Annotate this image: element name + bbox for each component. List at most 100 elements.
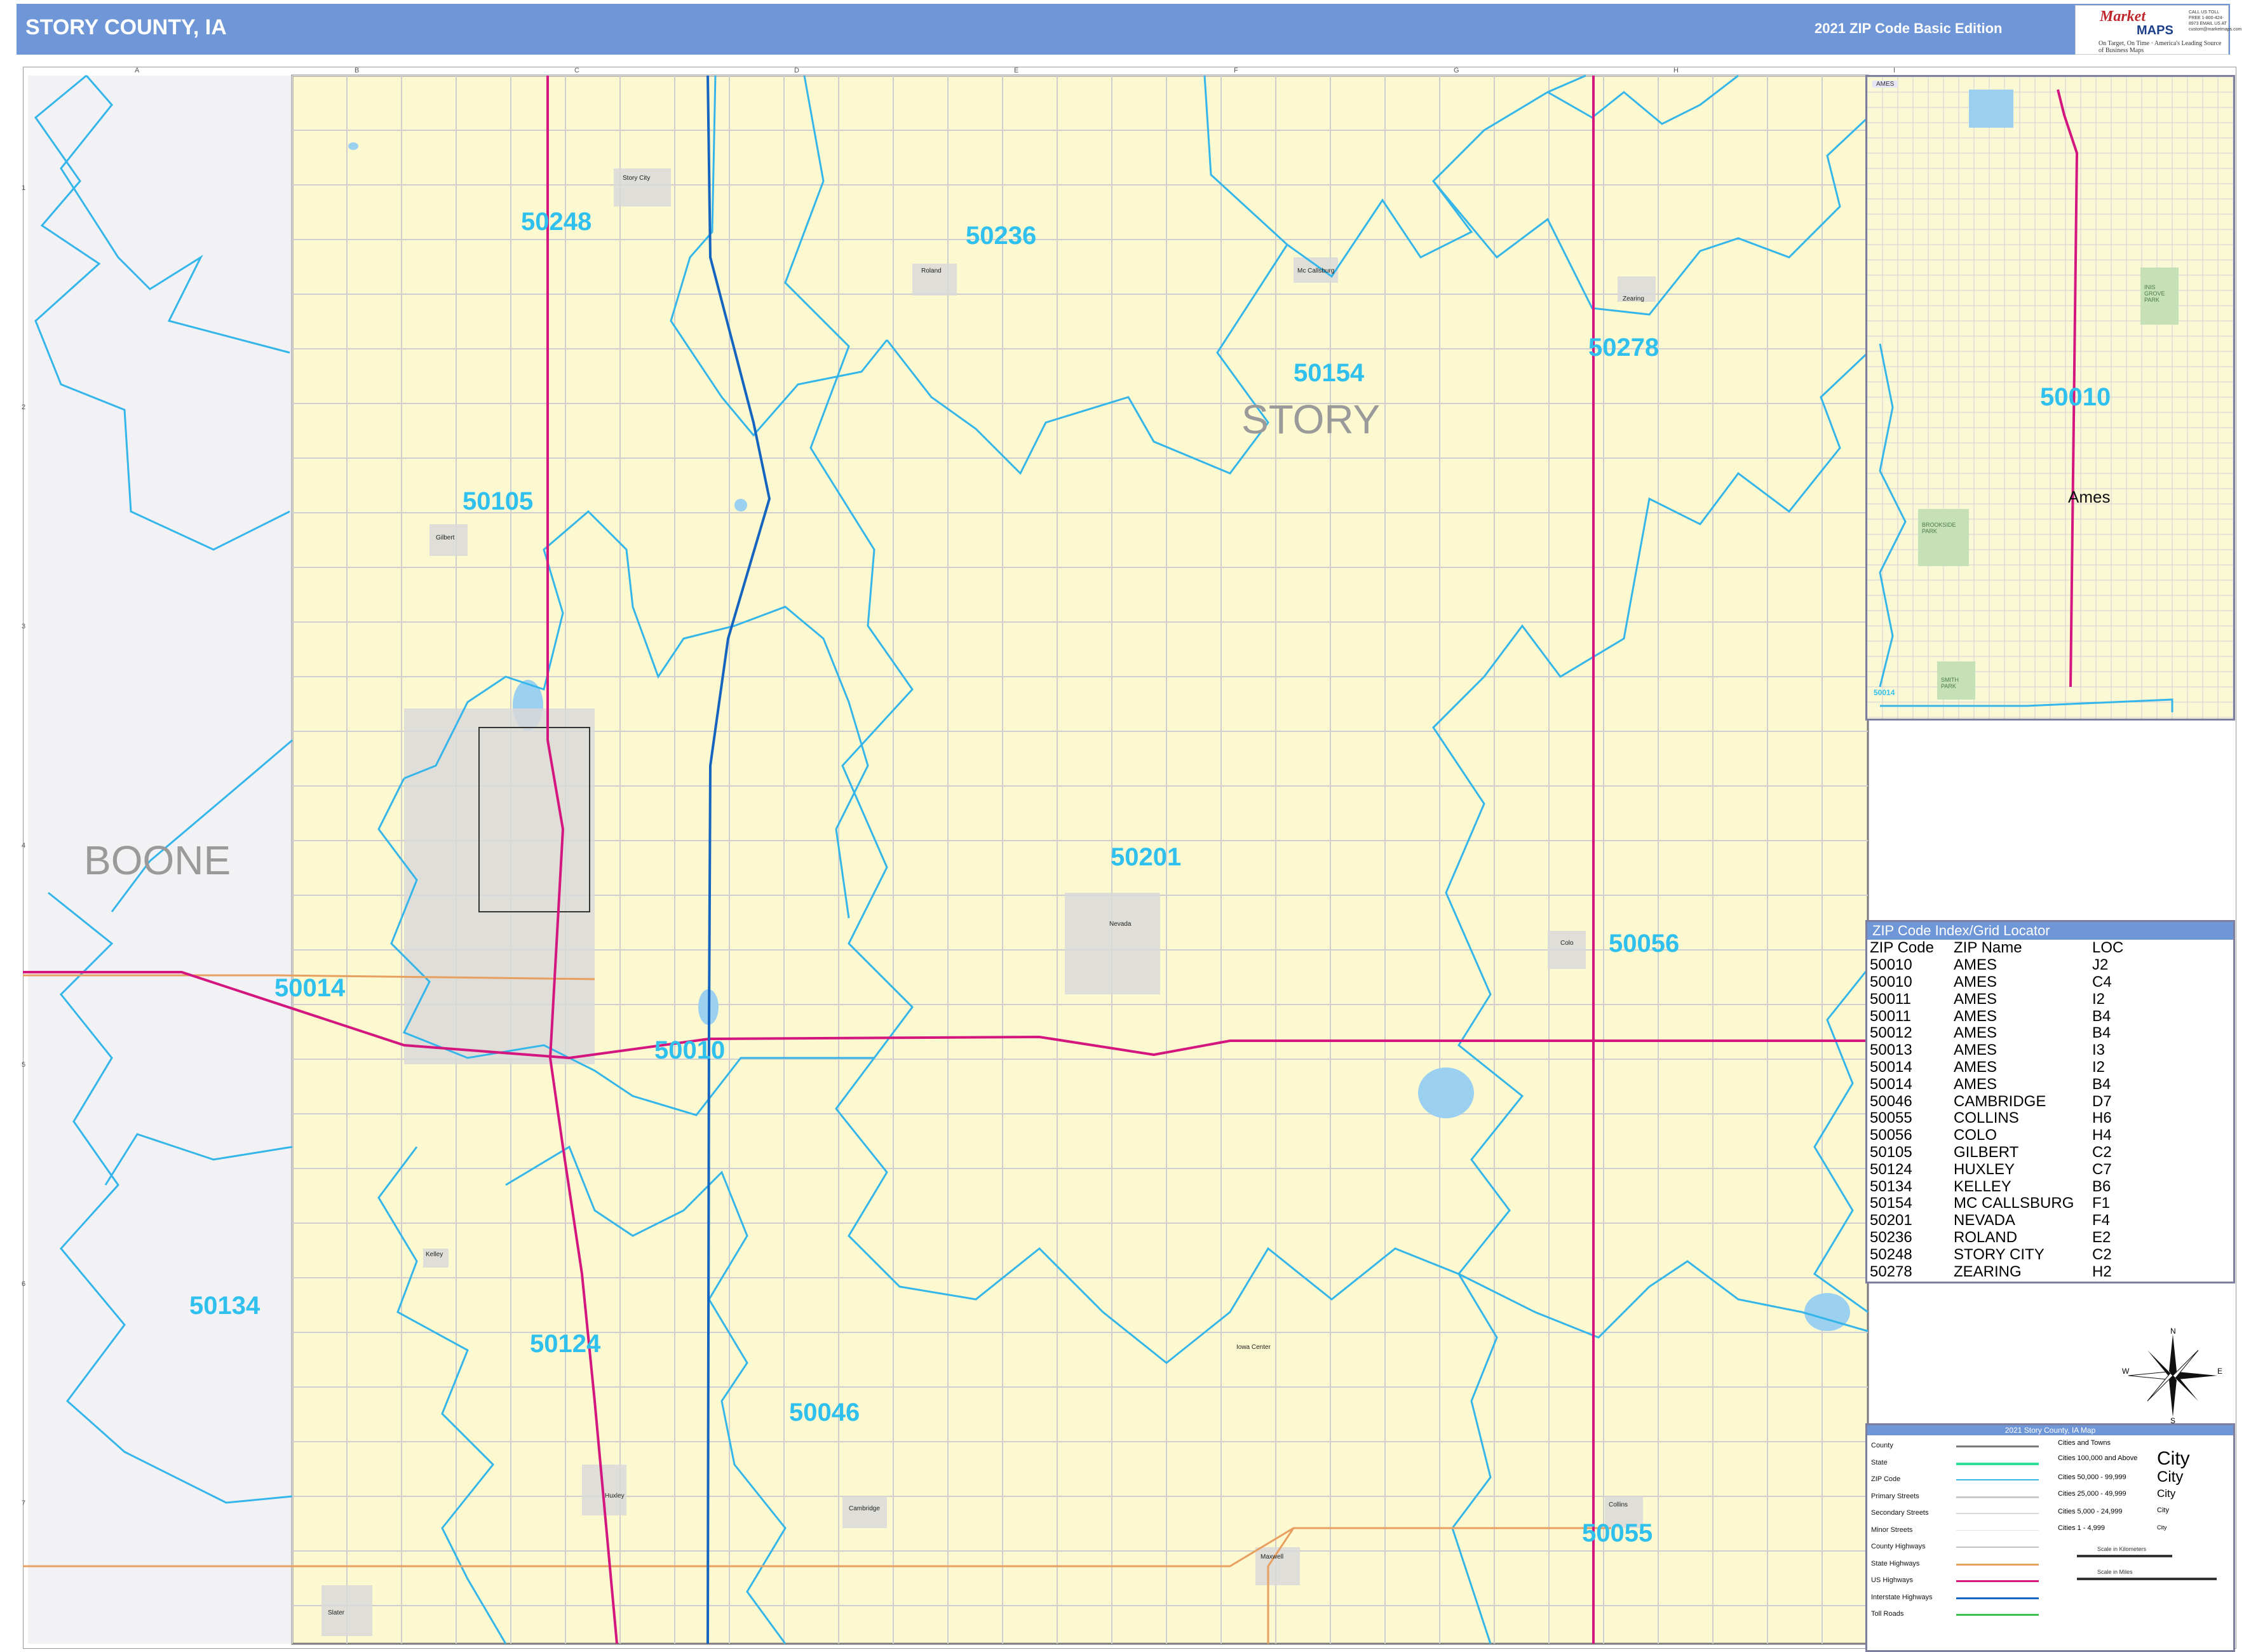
- zip-label[interactable]: 50154: [1294, 359, 1364, 388]
- zip-index-row[interactable]: 50236 ROLAND E2: [1870, 1229, 2156, 1247]
- grid-loc-cell: B6: [2092, 1177, 2111, 1195]
- zip-code-cell: 50055: [1870, 1109, 1912, 1127]
- zip-code-cell: 50012: [1870, 1024, 1912, 1042]
- grid-col-label: C: [574, 67, 579, 74]
- town-label: Cambridge: [849, 1505, 880, 1512]
- legend-swatch: [1956, 1496, 2039, 1498]
- zip-label[interactable]: 50134: [189, 1292, 260, 1320]
- zip-label[interactable]: 50201: [1111, 843, 1181, 872]
- zip-code-cell: 50124: [1870, 1160, 1912, 1178]
- zip-label[interactable]: 50124: [530, 1330, 600, 1358]
- legend-item-label: Minor Streets: [1871, 1526, 1913, 1534]
- zip-label[interactable]: 50014: [274, 974, 345, 1003]
- zip-index-row[interactable]: 50105 GILBERT C2: [1870, 1144, 2156, 1161]
- legend-item-label: Interstate Highways: [1871, 1593, 1933, 1601]
- zip-index-row[interactable]: 50248 STORY CITY C2: [1870, 1246, 2156, 1263]
- legend-swatch: [1956, 1597, 2039, 1599]
- zip-index-table: ZIP Code ZIP Name LOC 50010 AMES J2 50010 AM…: [1870, 940, 2156, 1280]
- legend-city-sample: City: [2157, 1506, 2169, 1514]
- market-maps-logo[interactable]: Market MAPS On Target, On Time · America…: [2075, 5, 2241, 55]
- legend-item-label: State: [1871, 1458, 1888, 1466]
- town-label: Story City: [623, 175, 651, 182]
- grid-col-label: F: [1234, 67, 1238, 74]
- zip-label[interactable]: 50236: [966, 222, 1036, 250]
- zip-label[interactable]: 50105: [463, 487, 533, 516]
- col-header-loc: LOC: [2092, 939, 2124, 957]
- town-label: Collins: [1609, 1501, 1628, 1508]
- logo-brand-bottom: MAPS: [2137, 24, 2173, 37]
- grid-loc-cell: H2: [2092, 1263, 2112, 1280]
- legend-item-label: Secondary Streets: [1871, 1509, 1929, 1517]
- map-legend: 2021 Story County, IA Map Cities and Tow…: [1865, 1423, 2235, 1652]
- zip-index-title: ZIP Code Index/Grid Locator: [1867, 922, 2233, 940]
- zip-index-row[interactable]: 50056 COLO H4: [1870, 1127, 2156, 1144]
- zip-label[interactable]: 50046: [789, 1398, 860, 1427]
- svg-text:E: E: [2217, 1367, 2222, 1376]
- grid-loc-cell: H6: [2092, 1109, 2112, 1127]
- grid-loc-cell: C4: [2092, 973, 2112, 991]
- scale-km-label: Scale in Kilometers: [2097, 1546, 2147, 1552]
- zip-index-row[interactable]: 50014 AMES B4: [1870, 1076, 2156, 1093]
- legend-swatch: [1956, 1446, 2039, 1447]
- zip-index-row[interactable]: 50055 COLLINS H6: [1870, 1110, 2156, 1127]
- zip-label[interactable]: 50056: [1609, 930, 1679, 958]
- grid-col-label: H: [1673, 67, 1679, 74]
- inset-park-label: INIS GROVE PARK: [2144, 284, 2165, 303]
- zip-index-row[interactable]: 50046 CAMBRIDGE D7: [1870, 1093, 2156, 1110]
- zip-index-row[interactable]: 50013 AMES I3: [1870, 1042, 2156, 1059]
- zip-index-row[interactable]: 50010 AMES C4: [1870, 974, 2156, 991]
- zip-index-row[interactable]: 50134 KELLEY B6: [1870, 1178, 2156, 1195]
- col-header-zip: ZIP Code: [1870, 939, 1934, 957]
- zip-index-row[interactable]: 50201 NEVADA F4: [1870, 1212, 2156, 1229]
- zip-label[interactable]: 50278: [1588, 334, 1659, 362]
- zip-index-row[interactable]: 50278 ZEARING H2: [1870, 1263, 2156, 1280]
- zip-code-cell: 50278: [1870, 1263, 1912, 1280]
- zip-index-row[interactable]: 50154 MC CALLSBURG F1: [1870, 1195, 2156, 1212]
- inset-zip-label[interactable]: 50010: [2040, 383, 2111, 412]
- inset-park-label: BROOKSIDE PARK: [1922, 522, 1956, 534]
- zip-index-row[interactable]: 50124 HUXLEY C7: [1870, 1161, 2156, 1178]
- grid-loc-cell: F1: [2092, 1195, 2111, 1212]
- grid-loc-cell: D7: [2092, 1092, 2112, 1110]
- legend-item-label: ZIP Code: [1871, 1475, 1901, 1483]
- zip-label[interactable]: 50055: [1582, 1519, 1653, 1548]
- zip-index-row[interactable]: 50011 AMES B4: [1870, 1008, 2156, 1025]
- legend-swatch: [1956, 1547, 2039, 1548]
- zip-code-cell: 50010: [1870, 973, 1912, 991]
- grid-loc-cell: B4: [2092, 1024, 2111, 1042]
- zip-name-cell: ZEARING: [1954, 1263, 2022, 1280]
- grid-loc-cell: H4: [2092, 1127, 2112, 1144]
- legend-item-label: Primary Streets: [1871, 1492, 1919, 1500]
- zip-name-cell: HUXLEY: [1954, 1160, 2015, 1178]
- zip-label[interactable]: 50248: [521, 208, 591, 236]
- zip-index-row[interactable]: 50010 AMES J2: [1870, 957, 2156, 974]
- county-label-boone: BOONE: [84, 837, 231, 883]
- legend-city-class: Cities 50,000 - 99,999: [2058, 1473, 2126, 1481]
- zip-code-cell: 50105: [1870, 1143, 1912, 1161]
- grid-loc-cell: I2: [2092, 990, 2105, 1008]
- logo-tagline: On Target, On Time · America's Leading S…: [2099, 40, 2222, 54]
- zip-index-row[interactable]: 50011 AMES I2: [1870, 991, 2156, 1008]
- zip-code-cell: 50014: [1870, 1075, 1912, 1093]
- legend-city-class: Cities 100,000 and Above: [2058, 1454, 2138, 1462]
- col-header-name: ZIP Name: [1954, 939, 2022, 957]
- inset-zip-label-2[interactable]: 50014: [1874, 688, 1895, 697]
- scale-mi-bar: [2077, 1578, 2217, 1580]
- zip-index-row[interactable]: 50014 AMES I2: [1870, 1059, 2156, 1076]
- zip-code-cell: 50201: [1870, 1212, 1912, 1229]
- legend-city-sample: City: [2157, 1524, 2167, 1531]
- edition-label: 2021 ZIP Code Basic Edition: [1815, 20, 2003, 36]
- legend-city-class: Cities 25,000 - 49,999: [2058, 1490, 2126, 1498]
- inset-tag: AMES: [1872, 81, 1898, 88]
- svg-text:W: W: [2122, 1367, 2130, 1376]
- ames-inset-map[interactable]: AMES 50010 50014 Ames INIS GROVE PARK BR…: [1865, 75, 2235, 721]
- inset-park-label: SMITH PARK: [1941, 677, 1959, 689]
- zip-code-cell: 50013: [1870, 1041, 1912, 1059]
- zip-label[interactable]: 50010: [654, 1036, 725, 1065]
- zip-index-row[interactable]: 50012 AMES B4: [1870, 1025, 2156, 1042]
- grid-loc-cell: I2: [2092, 1058, 2105, 1076]
- grid-loc-cell: C2: [2092, 1245, 2112, 1263]
- grid-loc-cell: B4: [2092, 1007, 2111, 1025]
- grid-col-label: A: [135, 67, 140, 74]
- town-label: Nevada: [1109, 921, 1132, 928]
